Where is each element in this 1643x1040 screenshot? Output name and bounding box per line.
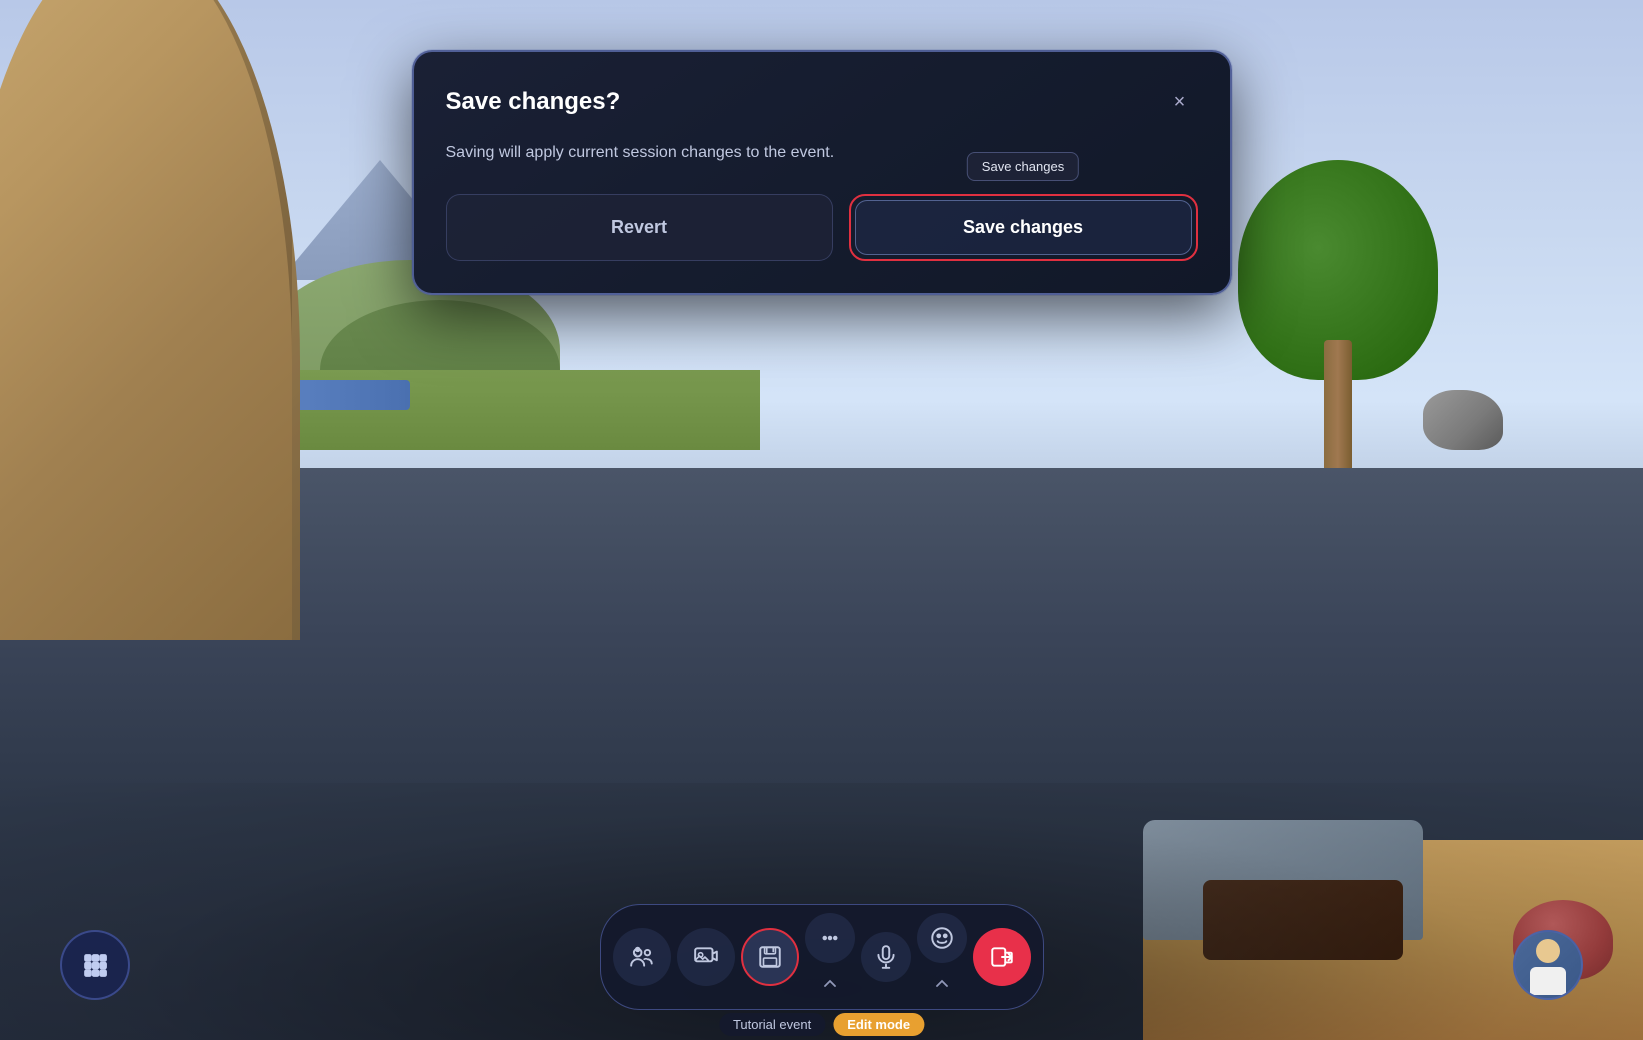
save-changes-container: Save changes Save changes [849, 194, 1198, 261]
toolbar-pill [600, 904, 1044, 1010]
emoji-button[interactable] [917, 913, 967, 963]
chevron-up-icon-2 [936, 979, 948, 987]
save-button[interactable] [741, 928, 799, 986]
more-icon [821, 929, 839, 947]
people-button[interactable] [613, 928, 671, 986]
modal-body: Saving will apply current session change… [446, 140, 1198, 166]
people-icon [629, 944, 655, 970]
modal-description: Saving will apply current session change… [446, 140, 1198, 166]
save-dialog: Save changes? × Saving will apply curren… [412, 50, 1232, 295]
save-tooltip: Save changes [967, 152, 1079, 181]
emoji-icon [929, 925, 955, 951]
save-icon [757, 944, 783, 970]
menu-button[interactable] [60, 930, 130, 1000]
modal-overlay: Save changes? × Saving will apply curren… [0, 0, 1643, 1040]
avatar-figure [1523, 935, 1573, 995]
leave-icon [989, 944, 1015, 970]
media-button[interactable] [677, 928, 735, 986]
avatar-head [1536, 939, 1560, 963]
media-icon [693, 944, 719, 970]
modal-actions: Revert Save changes Save changes [446, 194, 1198, 261]
more-button[interactable] [805, 913, 855, 963]
modal-header: Save changes? × [446, 84, 1198, 120]
chevron-up-icon [824, 979, 836, 987]
revert-button[interactable]: Revert [446, 194, 833, 261]
more-group [805, 913, 855, 1001]
more-caret[interactable] [812, 965, 848, 1001]
mic-icon [873, 944, 899, 970]
event-label: Tutorial event [719, 1013, 825, 1036]
avatar-button[interactable] [1513, 930, 1583, 1000]
mode-badge: Edit mode [833, 1013, 924, 1036]
modal-title: Save changes? [446, 88, 621, 116]
bottom-toolbar [600, 904, 1044, 1010]
status-bar: Tutorial event Edit mode [719, 1013, 924, 1036]
mic-group [861, 932, 911, 982]
leave-button[interactable] [973, 928, 1031, 986]
close-button[interactable]: × [1162, 84, 1198, 120]
close-icon: × [1174, 91, 1186, 114]
save-changes-button[interactable]: Save changes [855, 200, 1192, 255]
mic-button[interactable] [861, 932, 911, 982]
emoji-caret[interactable] [924, 965, 960, 1001]
avatar-body [1530, 967, 1566, 995]
emoji-group [917, 913, 967, 1001]
grid-icon [82, 952, 108, 978]
